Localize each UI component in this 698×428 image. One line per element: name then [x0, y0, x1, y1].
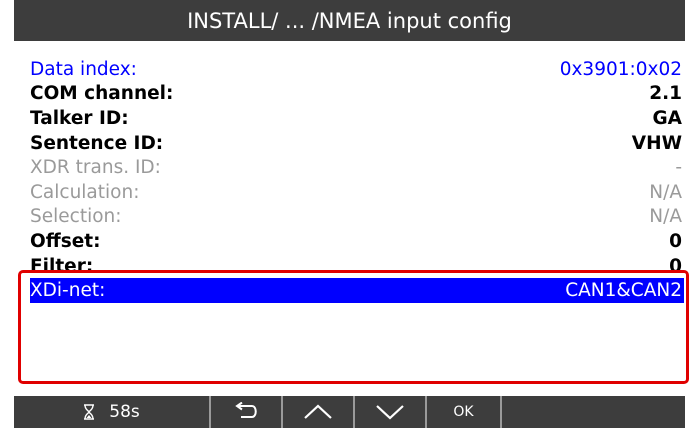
- ok-button[interactable]: OK: [427, 396, 502, 428]
- row-value: 0: [669, 230, 682, 252]
- row-value: 2.1: [649, 83, 682, 105]
- row-value: GA: [652, 107, 682, 129]
- back-arrow-icon: [232, 402, 260, 422]
- chevron-down-icon: [375, 403, 405, 421]
- row-talker-id[interactable]: Talker ID: GA: [30, 106, 684, 131]
- row-sentence-id[interactable]: Sentence ID: VHW: [30, 131, 684, 156]
- settings-list: Data index: 0x3901:0x02 COM channel: 2.1…: [30, 57, 684, 303]
- timer-display: 58s: [14, 396, 211, 428]
- row-value: -: [675, 157, 682, 179]
- row-label: Calculation:: [30, 181, 140, 203]
- empty-softkey: [502, 396, 685, 428]
- title-bar: INSTALL/ ... /NMEA input config: [14, 0, 685, 41]
- row-offset[interactable]: Offset: 0: [30, 229, 684, 254]
- row-data-index[interactable]: Data index: 0x3901:0x02: [30, 57, 684, 82]
- softkey-bar: 58s OK: [14, 396, 685, 428]
- down-button[interactable]: [355, 396, 427, 428]
- row-label: Sentence ID:: [30, 132, 164, 154]
- row-value: VHW: [631, 132, 682, 154]
- row-calculation: Calculation: N/A: [30, 180, 684, 205]
- row-label: Talker ID:: [30, 107, 129, 129]
- page-title: INSTALL/ ... /NMEA input config: [187, 8, 512, 33]
- ok-label: OK: [453, 404, 474, 420]
- row-label: COM channel:: [30, 83, 174, 105]
- row-label: XDR trans. ID:: [30, 157, 161, 179]
- up-button[interactable]: [283, 396, 355, 428]
- row-label: Data index:: [30, 58, 137, 80]
- chevron-up-icon: [303, 403, 333, 421]
- row-com-channel[interactable]: COM channel: 2.1: [30, 82, 684, 107]
- row-value: 0x3901:0x02: [559, 58, 682, 80]
- back-button[interactable]: [211, 396, 283, 428]
- row-label: Selection:: [30, 206, 122, 228]
- row-value: N/A: [649, 181, 682, 203]
- row-selection: Selection: N/A: [30, 205, 684, 230]
- row-label: Offset:: [30, 230, 101, 252]
- hourglass-icon: [83, 404, 95, 420]
- timer-value: 58s: [109, 402, 140, 422]
- highlight-frame: [18, 270, 689, 384]
- row-value: N/A: [649, 206, 682, 228]
- row-xdr-trans-id: XDR trans. ID: -: [30, 155, 684, 180]
